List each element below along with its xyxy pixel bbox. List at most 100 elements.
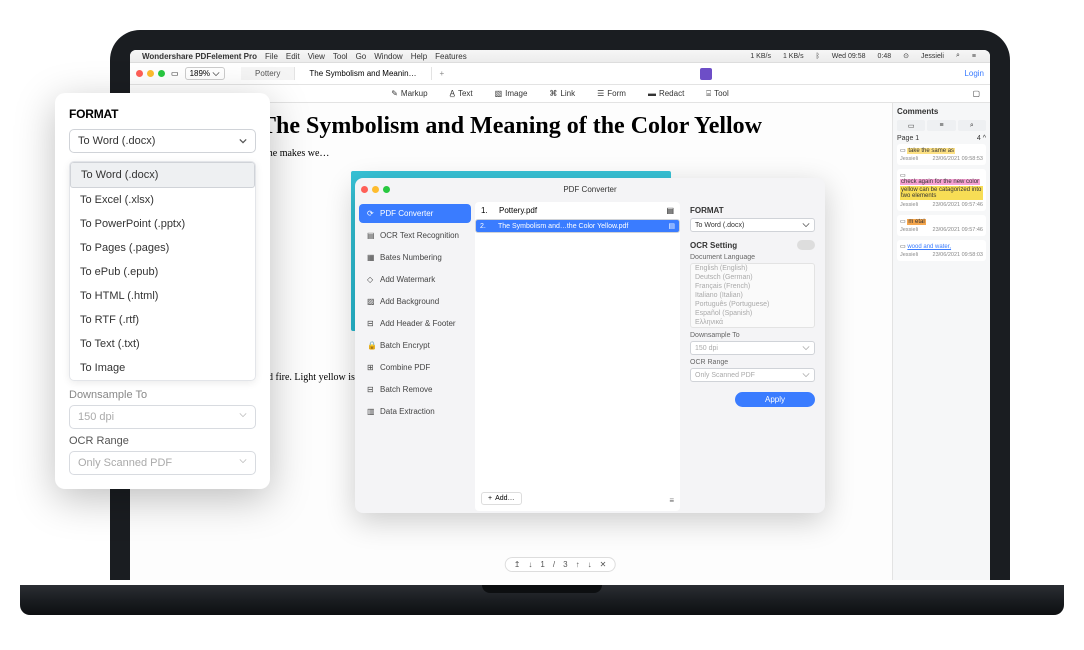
- file-list-menu-icon[interactable]: ≡: [669, 496, 674, 505]
- page-prev-icon[interactable]: ↓: [528, 560, 532, 569]
- file-row-2[interactable]: 2. The Symbolism and…the Color Yellow.pd…: [475, 219, 680, 233]
- format-select[interactable]: To Word (.docx): [690, 218, 815, 232]
- new-tab-button[interactable]: +: [432, 67, 453, 80]
- file-opts-icon[interactable]: ▤: [666, 206, 674, 215]
- format-option-excel[interactable]: To Excel (.xlsx): [70, 188, 255, 212]
- format-title: FORMAT: [69, 107, 256, 121]
- format-option-ppt[interactable]: To PowerPoint (.pptx): [70, 212, 255, 236]
- chevron-down-icon: [239, 137, 247, 145]
- add-file-button[interactable]: Add…: [481, 492, 522, 505]
- sidebar-toggle-icon[interactable]: ▭: [171, 69, 179, 78]
- maximize-window-button[interactable]: [158, 70, 165, 77]
- language-list[interactable]: English (English) Deutsch (German) Franç…: [690, 263, 815, 328]
- format-extra-options: Downsample To 150 dpi OCR Range Only Sca…: [69, 389, 256, 475]
- comment-item-3[interactable]: ▭ m etal Jessieli23/06/2021 09:57:46: [897, 215, 986, 236]
- redact-tool[interactable]: ▬Redact: [648, 89, 684, 98]
- format-option-text[interactable]: To Text (.txt): [70, 332, 255, 356]
- comments-tabbar: ▭ ≡ ⌕: [897, 120, 986, 131]
- tab-symbolism[interactable]: The Symbolism and Meanin…: [295, 67, 431, 80]
- downsample-label: Downsample To: [69, 389, 256, 401]
- lang-item[interactable]: Ελληνικά: [691, 318, 814, 327]
- page-up-icon[interactable]: ↑: [576, 560, 580, 569]
- nav-background[interactable]: ▨Add Background: [359, 292, 471, 311]
- zoom-value: 189%: [190, 69, 210, 78]
- menu-window[interactable]: Window: [374, 52, 402, 61]
- panel-toggle-icon[interactable]: ▢: [972, 89, 980, 98]
- nav-data-extract[interactable]: ▥Data Extraction: [359, 402, 471, 421]
- apply-button[interactable]: Apply: [735, 392, 815, 407]
- menu-go[interactable]: Go: [356, 52, 367, 61]
- format-option-pages[interactable]: To Pages (.pages): [70, 236, 255, 260]
- form-tool[interactable]: ☰Form: [597, 89, 626, 98]
- nav-header-footer[interactable]: ⊟Add Header & Footer: [359, 314, 471, 333]
- page-sep: /: [553, 560, 555, 569]
- format-option-image[interactable]: To Image: [70, 356, 255, 380]
- ocr-range-select[interactable]: Only Scanned PDF: [690, 368, 815, 382]
- link-tool[interactable]: ⌘Link: [549, 89, 575, 98]
- nav-combine[interactable]: ⊞Combine PDF: [359, 358, 471, 377]
- image-tool[interactable]: ▧Image: [495, 89, 528, 98]
- file-list: 1. Pottery.pdf ▤ 2. The Symbolism and…th…: [475, 202, 680, 511]
- nav-watermark[interactable]: ◇Add Watermark: [359, 270, 471, 289]
- menu-file[interactable]: File: [265, 52, 278, 61]
- lang-item[interactable]: Italiano (Italian): [691, 291, 814, 300]
- bluetooth-icon: ᛒ: [816, 53, 820, 60]
- nav-remove[interactable]: ⊟Batch Remove: [359, 380, 471, 399]
- page-first-icon[interactable]: ↥: [514, 560, 521, 569]
- login-link[interactable]: Login: [964, 69, 984, 78]
- menu-help[interactable]: Help: [411, 52, 427, 61]
- page-close-icon[interactable]: ✕: [600, 560, 607, 569]
- close-window-button[interactable]: [136, 70, 143, 77]
- comment-item-1[interactable]: ▭ take the same as Jessieli23/06/2021 09…: [897, 144, 986, 165]
- format-option-rtf[interactable]: To RTF (.rtf): [70, 308, 255, 332]
- downsample-label: Downsample To: [690, 332, 815, 339]
- ocr-toggle[interactable]: [797, 240, 815, 250]
- app-name: Wondershare PDFelement Pro: [142, 52, 257, 61]
- modal-max[interactable]: [383, 186, 390, 193]
- downsample-select[interactable]: 150 dpi: [69, 405, 256, 429]
- comments-view-grid[interactable]: ≡: [927, 120, 955, 131]
- menu-features[interactable]: Features: [435, 52, 467, 61]
- file-opts-icon[interactable]: ▤: [668, 222, 675, 230]
- lang-item[interactable]: Español (Spanish): [691, 309, 814, 318]
- text-tool[interactable]: A̲Text: [450, 89, 473, 98]
- minimize-window-button[interactable]: [147, 70, 154, 77]
- wifi-icon: ⊙: [903, 52, 909, 60]
- ocr-heading: OCR Setting: [690, 240, 815, 250]
- lang-item[interactable]: Deutsch (German): [691, 273, 814, 282]
- zoom-select[interactable]: 189%: [185, 67, 225, 80]
- menu-view[interactable]: View: [308, 52, 325, 61]
- nav-ocr[interactable]: ▤OCR Text Recognition: [359, 226, 471, 245]
- tab-pottery[interactable]: Pottery: [241, 67, 295, 80]
- lang-item[interactable]: Português (Portuguese): [691, 300, 814, 309]
- watermark-icon: ◇: [367, 275, 376, 284]
- markup-tool[interactable]: ✎Markup: [391, 89, 427, 98]
- comment-item-2[interactable]: ▭ check again for the new color yellow c…: [897, 169, 986, 211]
- modal-min[interactable]: [372, 186, 379, 193]
- page-down-icon[interactable]: ↓: [588, 560, 592, 569]
- modal-close[interactable]: [361, 186, 368, 193]
- lang-item[interactable]: English (English): [691, 264, 814, 273]
- bates-icon: ▦: [367, 253, 376, 262]
- nav-bates[interactable]: ▦Bates Numbering: [359, 248, 471, 267]
- comment-item-4[interactable]: ▭ wood and water, Jessieli23/06/2021 09:…: [897, 240, 986, 261]
- notifications-icon[interactable]: ≡: [972, 53, 976, 60]
- format-option-epub[interactable]: To ePub (.epub): [70, 260, 255, 284]
- background-icon: ▨: [367, 297, 376, 306]
- downsample-select[interactable]: 150 dpi: [690, 341, 815, 355]
- tool-menu[interactable]: ⌸Tool: [706, 89, 729, 99]
- comments-search[interactable]: ⌕: [958, 120, 986, 131]
- lang-item[interactable]: Français (French): [691, 282, 814, 291]
- nav-pdf-converter[interactable]: ⟳PDF Converter: [359, 204, 471, 223]
- modal-title: PDF Converter: [563, 185, 616, 194]
- format-selected[interactable]: To Word (.docx): [69, 129, 256, 153]
- format-option-html[interactable]: To HTML (.html): [70, 284, 255, 308]
- search-icon[interactable]: ⌕: [956, 52, 960, 60]
- menu-edit[interactable]: Edit: [286, 52, 300, 61]
- menu-tool[interactable]: Tool: [333, 52, 348, 61]
- comments-view-list[interactable]: ▭: [897, 120, 925, 131]
- file-row-1[interactable]: 1. Pottery.pdf ▤: [475, 202, 680, 219]
- ocr-range-select[interactable]: Only Scanned PDF: [69, 451, 256, 475]
- nav-encrypt[interactable]: 🔒Batch Encrypt: [359, 336, 471, 355]
- format-option-word[interactable]: To Word (.docx): [70, 162, 255, 188]
